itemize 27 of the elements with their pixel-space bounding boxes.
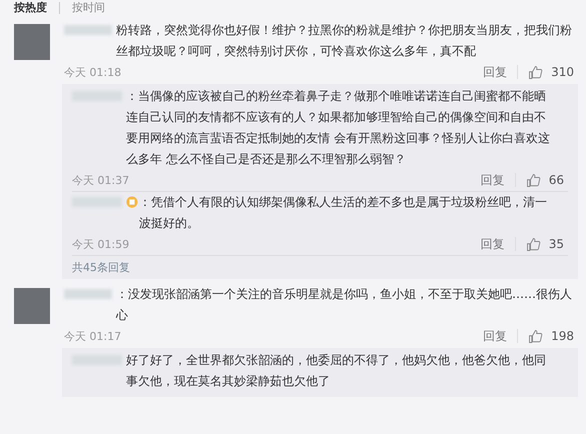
reply-link[interactable]: 回复: [480, 236, 505, 252]
comment-text: ：没发现张韶涵第一个关注的音乐明星就是你吗，鱼小姐，不至于取关她吧……很伤人心: [116, 286, 573, 324]
reply-text: 好了好了，全世界都欠张韶涵的，他委屈的不得了，他妈欠他，他爸欠他，他同事欠他，现在莫名其妙梁静茹也欠他了: [126, 352, 547, 390]
like-count: 35: [548, 237, 564, 251]
blurred-username: [64, 289, 112, 299]
thumbs-up-icon[interactable]: [526, 172, 541, 188]
like-count: 310: [551, 65, 574, 79]
comment-text: 粉转路，突然觉得你也好假！维护？拉黑你的粉就是维护？你把朋友当朋友，把我们粉丝都垃圾呢？呵呵，突然特别讨厌你，可怜喜欢你这么多年，真不配: [116, 22, 573, 60]
reply-time: 今天 01:37: [72, 172, 130, 188]
like-count: 198: [551, 329, 574, 343]
thumbs-up-icon[interactable]: [528, 64, 544, 80]
reply-link[interactable]: 回复: [483, 328, 508, 344]
comment-time: 今天 01:17: [64, 328, 122, 344]
reply-text: ：当偶像的应该被自己的粉丝牵着鼻子走？做那个唯唯诺诺连自己闺蜜都不能晒连自己认同的友情都不应该有的人？如果都加够理智给自己的偶像空间和自由不要用网络的流言蜚语否定抵制她的友情 会有开黑粉这回事？怪别人让你白喜欢这么多年 怎么不怪自己是否还是那么不理智那么弱智？: [126, 88, 551, 168]
more-replies-link[interactable]: 共45条回复: [72, 257, 130, 275]
like-count: 66: [548, 173, 564, 187]
comment-time: 今天 01:18: [64, 64, 122, 80]
reply-text: ：凭借个人有限的认知绑架偶像私人生活的差不多也是属于垃圾粉丝吧，清一波挺好的。: [139, 194, 548, 232]
thumbs-up-icon[interactable]: [528, 328, 544, 344]
reply-link[interactable]: 回复: [480, 172, 505, 188]
badge-icon: [126, 196, 138, 208]
reply-time: 今天 01:59: [72, 236, 130, 252]
reply-link[interactable]: 回复: [483, 64, 508, 80]
thumbs-up-icon[interactable]: [526, 236, 541, 252]
blurred-username: [64, 25, 112, 35]
sort-tab[interactable]: 按时间: [72, 0, 105, 15]
sort-tab[interactable]: 按热度: [14, 0, 47, 15]
